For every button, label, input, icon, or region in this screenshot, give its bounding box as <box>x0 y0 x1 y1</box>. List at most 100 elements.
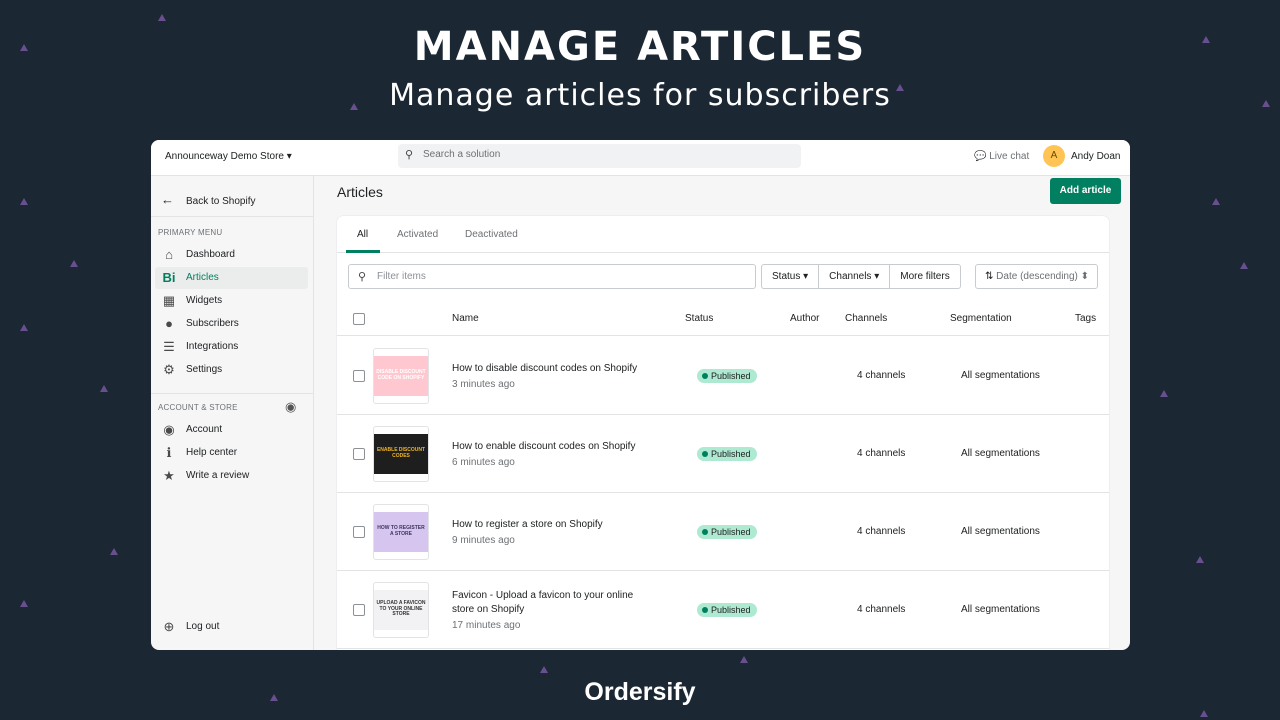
articles-card: All Activated Deactivated ⚲ Filter items … <box>337 216 1109 650</box>
sidebar-item-label: Write a review <box>186 470 250 481</box>
sidebar-item-label: Integrations <box>186 341 239 352</box>
article-name[interactable]: How to disable discount codes on Shopify <box>452 362 685 376</box>
status-filter-button[interactable]: Status ▾ <box>762 265 820 288</box>
article-time: 17 minutes ago <box>452 619 521 631</box>
sort-icon: ⇅ <box>985 271 994 282</box>
column-channels: Channels <box>845 313 888 324</box>
sidebar-item-write-a-review[interactable]: ★ Write a review <box>155 465 308 487</box>
caret-down-icon: ▾ <box>803 271 809 282</box>
more-filters-button[interactable]: More filters <box>890 265 959 288</box>
channels-filter-button[interactable]: Channels ▾ <box>819 265 891 288</box>
search-icon: ⚲ <box>358 271 367 283</box>
hero-title: MANAGE ARTICLES <box>413 24 867 70</box>
brand-logo: Ordersify <box>584 678 696 706</box>
sidebar-item-widgets[interactable]: ▦ Widgets <box>155 290 308 312</box>
articles-icon: Bi <box>162 270 176 285</box>
article-name[interactable]: How to enable discount codes on Shopify <box>452 440 685 454</box>
sidebar-item-subscribers[interactable]: ● Subscribers <box>155 313 308 335</box>
sort-label: Date (descending) <box>996 271 1078 282</box>
status-badge: Published <box>697 524 757 539</box>
sort-select[interactable]: ⇅ Date (descending) ⬍ <box>975 264 1098 289</box>
caret-down-icon: ▾ <box>286 151 292 162</box>
table-row[interactable]: DISABLE DISCOUNT CODE ON SHOPIFY How to … <box>337 337 1109 415</box>
divider <box>151 393 314 394</box>
search-placeholder: Search a solution <box>423 149 501 160</box>
sidebar-item-label: Account <box>186 424 223 435</box>
article-channels: 4 channels <box>857 370 906 381</box>
sidebar: ← Back to Shopify PRIMARY MENU ⌂ Dashboar… <box>151 176 314 650</box>
row-checkbox[interactable] <box>353 369 365 382</box>
article-channels: 4 channels <box>857 604 906 615</box>
table-row[interactable]: HOW TO REGISTER A STORE How to register … <box>337 493 1109 571</box>
status-badge: Published <box>697 602 757 617</box>
top-bar: Announceway Demo Store ▾ ⚲ Search a solut… <box>151 140 1130 176</box>
logout-label: Log out <box>186 621 220 632</box>
status-badge: Published <box>697 446 757 461</box>
star-icon: ★ <box>163 468 175 483</box>
article-channels: 4 channels <box>857 526 906 537</box>
store-selector[interactable]: Announceway Demo Store ▾ <box>165 151 292 162</box>
article-segmentation: All segmentations <box>961 526 1040 537</box>
column-status: Status <box>685 313 714 324</box>
sidebar-item-articles[interactable]: Bi Articles <box>155 267 308 289</box>
row-checkbox[interactable] <box>353 447 365 460</box>
article-channels: 4 channels <box>857 448 906 459</box>
account-icon: ◉ <box>163 422 175 437</box>
article-name[interactable]: How to register a store on Shopify <box>452 518 685 532</box>
sidebar-item-settings[interactable]: ⚙ Settings <box>155 359 308 381</box>
article-name[interactable]: Favicon - Upload a favicon to your onlin… <box>452 589 685 617</box>
avatar[interactable]: A <box>1043 145 1065 167</box>
primary-menu-heading: PRIMARY MENU <box>158 228 223 237</box>
page-title: Articles <box>337 184 383 200</box>
sidebar-item-label: Articles <box>186 272 219 283</box>
article-time: 9 minutes ago <box>452 534 515 546</box>
filter-input[interactable]: ⚲ Filter items <box>348 264 756 289</box>
divider <box>151 216 314 217</box>
filter-placeholder: Filter items <box>377 271 426 282</box>
hero-subtitle: Manage articles for subscribers <box>389 78 891 113</box>
tab-activated[interactable]: Activated <box>397 229 438 240</box>
store-name: Announceway Demo Store <box>165 151 284 162</box>
article-thumbnail: UPLOAD A FAVICON TO YOUR ONLINE STORE <box>373 581 429 638</box>
column-name: Name <box>452 313 479 324</box>
table-row[interactable]: UPLOAD A FAVICON TO YOUR ONLINE STORE Fa… <box>337 571 1109 649</box>
article-segmentation: All segmentations <box>961 370 1040 381</box>
filter-buttons: Status ▾ Channels ▾ More filters <box>761 264 961 289</box>
article-segmentation: All segmentations <box>961 448 1040 459</box>
gear-icon: ⚙ <box>163 362 175 377</box>
user-name[interactable]: Andy Doan <box>1071 151 1120 162</box>
widgets-icon: ▦ <box>162 293 176 308</box>
account-store-heading: ACCOUNT & STORE <box>158 403 238 412</box>
article-time: 6 minutes ago <box>452 456 515 468</box>
person-icon: ● <box>165 316 173 331</box>
eye-icon[interactable]: ◉ <box>285 399 296 415</box>
sidebar-item-integrations[interactable]: ☰ Integrations <box>155 336 308 358</box>
table-header: Name Status Author Channels Segmentation… <box>337 302 1109 336</box>
column-author: Author <box>790 313 820 324</box>
sidebar-item-dashboard[interactable]: ⌂ Dashboard <box>155 244 308 266</box>
table-row[interactable]: ENABLE DISCOUNT CODES How to enable disc… <box>337 415 1109 493</box>
search-input[interactable]: ⚲ Search a solution <box>398 144 801 168</box>
main-content: Articles Add article All Activated Deact… <box>314 176 1130 650</box>
article-thumbnail: HOW TO REGISTER A STORE <box>373 503 429 560</box>
search-icon: ⚲ <box>405 149 414 161</box>
app-window: Announceway Demo Store ▾ ⚲ Search a solut… <box>151 140 1130 650</box>
select-arrows-icon: ⬍ <box>1080 271 1090 282</box>
integrations-icon: ☰ <box>163 339 175 354</box>
live-chat-button[interactable]: 💬 Live chat <box>974 151 1029 162</box>
select-all-checkbox[interactable] <box>353 312 365 325</box>
back-label: Back to Shopify <box>186 196 256 207</box>
tab-deactivated[interactable]: Deactivated <box>465 229 518 240</box>
sidebar-item-help-center[interactable]: ℹ Help center <box>155 442 308 464</box>
back-to-shopify-link[interactable]: ← Back to Shopify <box>161 190 311 210</box>
article-segmentation: All segmentations <box>961 604 1040 615</box>
row-checkbox[interactable] <box>353 525 365 538</box>
row-checkbox[interactable] <box>353 603 365 616</box>
caret-down-icon: ▾ <box>874 271 880 282</box>
tab-all[interactable]: All <box>357 229 368 240</box>
logout-icon: ⊕ <box>163 619 175 634</box>
logout-button[interactable]: ⊕ Log out <box>155 616 308 638</box>
add-article-button[interactable]: Add article <box>1050 178 1121 204</box>
sidebar-item-account[interactable]: ◉ Account <box>155 419 308 441</box>
arrow-left-icon: ← <box>161 192 174 207</box>
